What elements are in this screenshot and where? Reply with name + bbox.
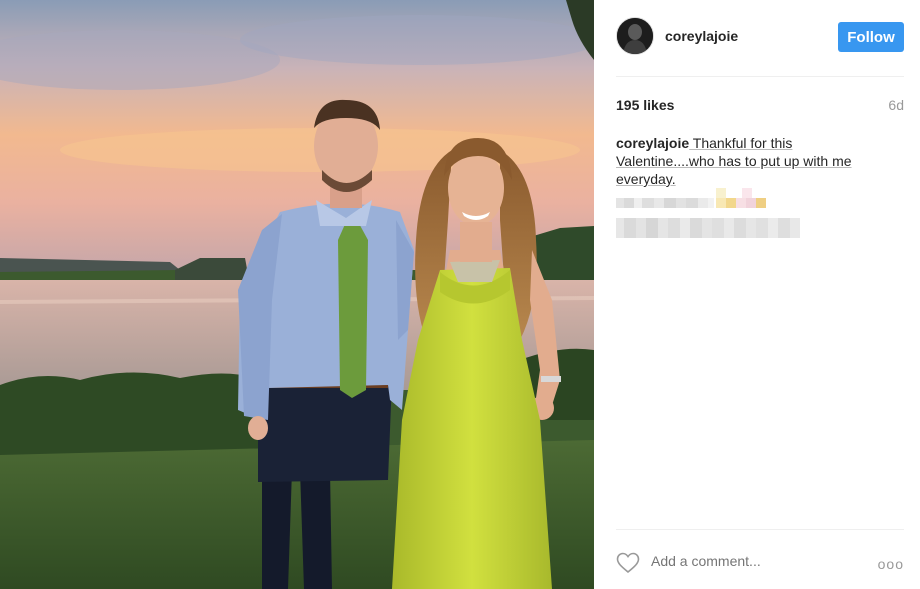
add-comment-input[interactable] bbox=[651, 553, 871, 569]
follow-button[interactable]: Follow bbox=[838, 22, 904, 52]
more-options-icon[interactable]: ooo bbox=[878, 556, 904, 572]
post-age[interactable]: 6d bbox=[888, 97, 904, 113]
avatar-image bbox=[617, 18, 653, 54]
pixelated-comments bbox=[616, 188, 806, 247]
post-side-panel: coreylajoie Follow 195 likes 6d coreylaj… bbox=[594, 0, 920, 589]
likes-count[interactable]: 195 likes bbox=[616, 97, 674, 113]
footer-divider bbox=[616, 529, 904, 530]
caption-username-link[interactable]: coreylajoie bbox=[616, 135, 689, 151]
post-photo[interactable] bbox=[0, 0, 594, 589]
photo-scene bbox=[0, 0, 594, 589]
post-header: coreylajoie Follow bbox=[616, 17, 904, 59]
username-link[interactable]: coreylajoie bbox=[665, 28, 738, 44]
heart-outline-icon[interactable] bbox=[616, 552, 640, 574]
instagram-post: coreylajoie Follow 195 likes 6d coreylaj… bbox=[0, 0, 920, 589]
comment-bar: ooo bbox=[616, 548, 904, 578]
pixelated-text-image bbox=[616, 188, 800, 238]
header-divider bbox=[616, 76, 904, 77]
caption: coreylajoie Thankful for this Valentine.… bbox=[616, 134, 886, 188]
avatar[interactable] bbox=[616, 17, 654, 55]
